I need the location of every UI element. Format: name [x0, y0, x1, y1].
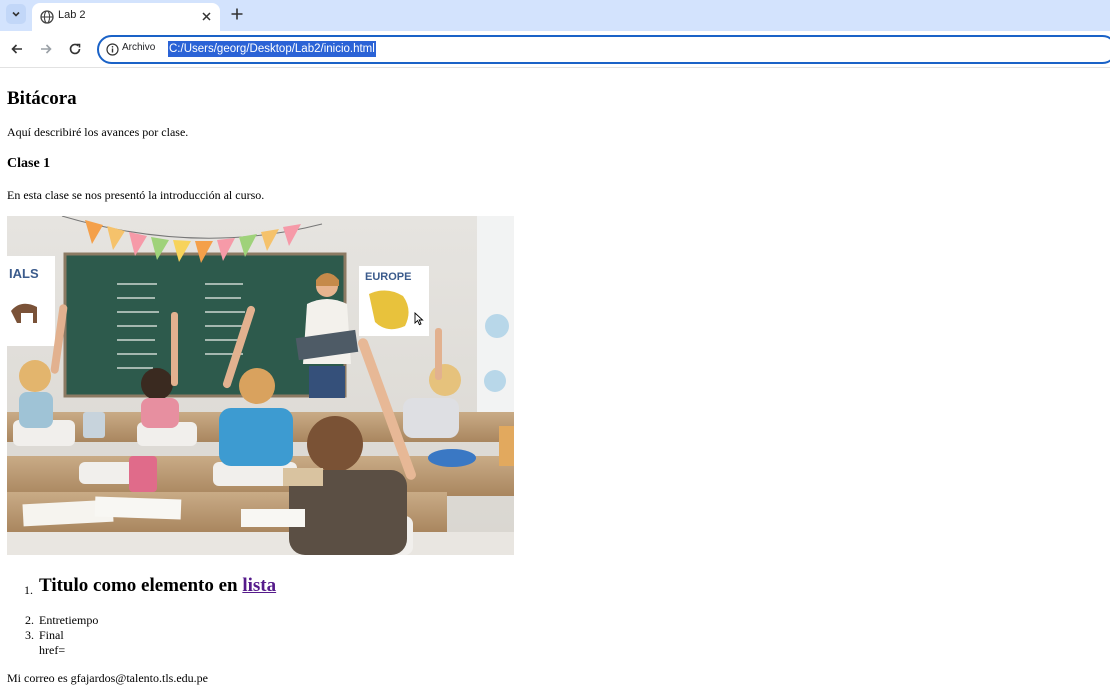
intro-paragraph: Aquí describiré los avances por clase.	[7, 125, 189, 139]
section-paragraph: En esta clase se nos presentó la introdu…	[7, 188, 265, 202]
chevron-down-icon	[12, 11, 20, 17]
tab-lab2[interactable]: Lab 2	[32, 3, 220, 31]
classroom-photo: IALS EUROPE	[7, 216, 514, 555]
poster-label-left: IALS	[9, 266, 39, 281]
tab-title: Lab 2	[58, 9, 86, 21]
list-number-1: 1.	[24, 583, 33, 597]
tab-search-button[interactable]	[6, 4, 26, 24]
page-title: Bitácora	[7, 88, 77, 109]
mouse-pointer-icon	[414, 312, 424, 326]
section-title: Clase 1	[7, 156, 51, 171]
poster-label-right: EUROPE	[365, 271, 411, 283]
site-info-chip[interactable]: Archivo	[122, 42, 155, 53]
globe-icon	[40, 10, 54, 24]
url-text[interactable]: C:/Users/georg/Desktop/Lab2/inicio.html	[168, 41, 376, 57]
new-tab-icon[interactable]	[230, 7, 244, 21]
list-item-1: Titulo como elemento en lista	[39, 575, 276, 597]
stray-text: href=	[39, 643, 66, 657]
close-icon[interactable]	[200, 10, 213, 23]
browser-toolbar: Archivo C:/Users/georg/Desktop/Lab2/inic…	[0, 31, 1110, 68]
page-content: Bitácora Aquí describiré los avances por…	[0, 69, 1110, 690]
list-link[interactable]: lista	[242, 575, 276, 596]
list-item-3: Final	[39, 628, 64, 642]
address-bar[interactable]: Archivo C:/Users/georg/Desktop/Lab2/inic…	[97, 35, 1110, 64]
reload-icon[interactable]	[67, 41, 83, 57]
list-number-3: 3.	[25, 628, 34, 642]
email-line: Mi correo es gfajardos@talento.tls.edu.p…	[7, 671, 208, 685]
list-number-2: 2.	[25, 613, 34, 627]
list-item-2: Entretiempo	[39, 613, 99, 627]
info-icon[interactable]	[106, 43, 119, 56]
tab-strip: Lab 2	[0, 0, 1110, 31]
back-arrow-icon[interactable]	[9, 41, 25, 57]
forward-arrow-icon[interactable]	[38, 41, 54, 57]
list-item-1-text: Titulo como elemento en	[39, 575, 243, 596]
